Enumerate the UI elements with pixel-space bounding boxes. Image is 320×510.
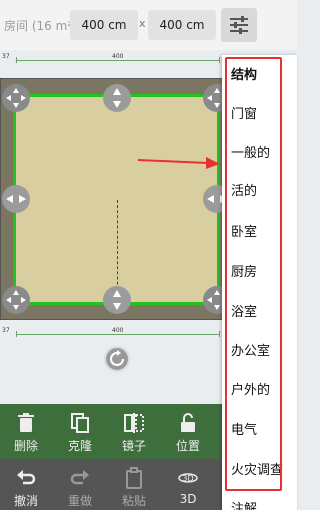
delete-label: 删除 [13, 439, 38, 453]
sliders-icon [230, 16, 248, 34]
redo-icon [70, 470, 89, 485]
ruler-tick [219, 331, 220, 337]
svg-text:3D: 3D [182, 474, 193, 483]
undo-icon [17, 470, 36, 485]
trash-icon [18, 413, 34, 432]
position-label: 位置 [175, 439, 200, 453]
view-3d-button[interactable]: 3D 3D [164, 467, 212, 506]
move-arrows-icon [6, 290, 26, 310]
resize-handle-bottom-left[interactable] [2, 286, 30, 314]
lock-icon [181, 413, 195, 432]
mirror-label: 镜子 [121, 439, 146, 453]
delete-button[interactable]: 删除 [2, 412, 50, 454]
category-annotation[interactable]: 注解 [231, 498, 257, 510]
paste-icon [126, 467, 142, 489]
ruler-bottom-line [16, 334, 220, 335]
ruler-tick [16, 57, 17, 63]
category-general[interactable]: 一般的 [231, 142, 270, 161]
category-bedroom[interactable]: 卧室 [231, 221, 257, 240]
mirror-icon [124, 413, 144, 433]
dimension-separator: x [139, 17, 146, 30]
3d-label: 3D [179, 492, 197, 506]
category-list: 结构 门窗 一般的 活的 卧室 厨房 浴室 办公室 户外的 电气 火灾调查 注解 [222, 55, 297, 510]
ruler-top-left-value: 37 [2, 53, 10, 60]
resize-handle-top[interactable] [103, 84, 131, 112]
horizontal-arrows-icon [6, 195, 26, 203]
clone-label: 克隆 [67, 439, 92, 453]
rotate-icon [110, 350, 124, 366]
redo-button[interactable]: 重做 [56, 467, 104, 509]
ruler-top: 37 400 [0, 53, 225, 64]
resize-handle-left[interactable] [2, 185, 30, 213]
annotation-arrow-icon [137, 157, 220, 169]
settings-button[interactable] [221, 8, 257, 42]
room-width-field[interactable]: 400 cm [70, 10, 138, 40]
paste-label: 粘贴 [121, 494, 146, 508]
move-arrows-icon [6, 88, 26, 108]
paste-button[interactable]: 粘贴 [110, 467, 158, 509]
vertical-arrows-icon [113, 88, 121, 108]
3d-rotate-icon: 3D [178, 473, 198, 483]
resize-handle-bottom[interactable] [103, 286, 131, 314]
ruler-bottom-left-value: 37 [2, 327, 10, 334]
undo-label: 撤消 [13, 494, 38, 508]
category-kitchen[interactable]: 厨房 [231, 261, 257, 280]
ruler-top-center-value: 400 [112, 53, 124, 60]
ruler-bottom-center-value: 400 [112, 327, 124, 334]
ruler-tick [16, 331, 17, 337]
category-fire-investigation[interactable]: 火灾调查 [231, 459, 283, 478]
vertical-arrows-icon [113, 290, 121, 310]
copy-icon [71, 413, 89, 433]
room-height-field[interactable]: 400 cm [148, 10, 216, 40]
category-outdoor[interactable]: 户外的 [231, 379, 270, 398]
top-bar: 房间 (16 m²) 400 cm x 400 cm [0, 0, 297, 50]
redo-label: 重做 [67, 494, 92, 508]
position-lock-button[interactable]: 位置 [164, 412, 212, 454]
category-bathroom[interactable]: 浴室 [231, 301, 257, 320]
category-structure[interactable]: 结构 [231, 64, 257, 83]
resize-handle-top-left[interactable] [2, 84, 30, 112]
room-area-label: 房间 (16 m²) [4, 19, 77, 33]
ruler-tick [219, 57, 220, 63]
rotate-button[interactable] [104, 346, 130, 372]
mirror-button[interactable]: 镜子 [110, 412, 158, 454]
category-doors-windows[interactable]: 门窗 [231, 103, 257, 122]
clone-button[interactable]: 克隆 [56, 412, 104, 454]
category-electrical[interactable]: 电气 [231, 419, 257, 438]
category-office[interactable]: 办公室 [231, 340, 270, 359]
ruler-top-line [16, 60, 220, 61]
ruler-bottom: 37 400 [0, 327, 225, 338]
category-living[interactable]: 活的 [231, 180, 257, 199]
undo-button[interactable]: 撤消 [2, 467, 50, 509]
